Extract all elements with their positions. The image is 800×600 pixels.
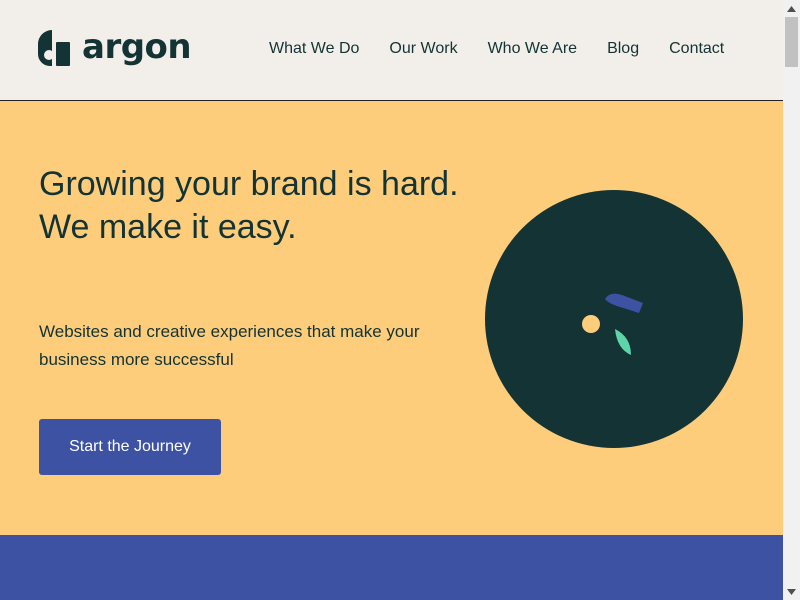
main-nav: What We Do Our Work Who We Are Blog Cont…: [269, 39, 724, 59]
illustration-circle: [485, 190, 743, 448]
vertical-scrollbar[interactable]: [783, 0, 800, 600]
logo-text: argon: [82, 27, 192, 67]
scroll-thumb[interactable]: [785, 17, 798, 67]
scroll-down-button[interactable]: [783, 583, 800, 600]
hero-section: Growing your brand is hard. We make it e…: [0, 101, 783, 535]
page-viewport: argon What We Do Our Work Who We Are Blo…: [0, 0, 783, 600]
argon-logo-icon: [38, 30, 70, 66]
site-header: argon What We Do Our Work Who We Are Blo…: [0, 0, 783, 101]
nav-item-contact[interactable]: Contact: [669, 39, 724, 59]
nav-item-what-we-do[interactable]: What We Do: [269, 39, 359, 59]
chevron-up-icon: [787, 5, 796, 12]
logo-link[interactable]: argon: [38, 27, 192, 67]
illustration-dot: [582, 315, 600, 333]
nav-item-who-we-are[interactable]: Who We Are: [488, 39, 578, 59]
hero-title-line-1: Growing your brand is hard.: [39, 165, 459, 203]
blue-band-section: [0, 535, 783, 600]
hero-subtitle: Websites and creative experiences that m…: [39, 322, 420, 369]
hero-title-line-2: We make it easy.: [39, 208, 297, 246]
start-journey-button[interactable]: Start the Journey: [39, 419, 221, 475]
nav-item-blog[interactable]: Blog: [607, 39, 639, 59]
hero-title: Growing your brand is hard. We make it e…: [39, 163, 459, 249]
chevron-down-icon: [787, 588, 796, 595]
hero-illustration: [485, 190, 743, 448]
nav-item-our-work[interactable]: Our Work: [389, 39, 457, 59]
scroll-up-button[interactable]: [783, 0, 800, 17]
